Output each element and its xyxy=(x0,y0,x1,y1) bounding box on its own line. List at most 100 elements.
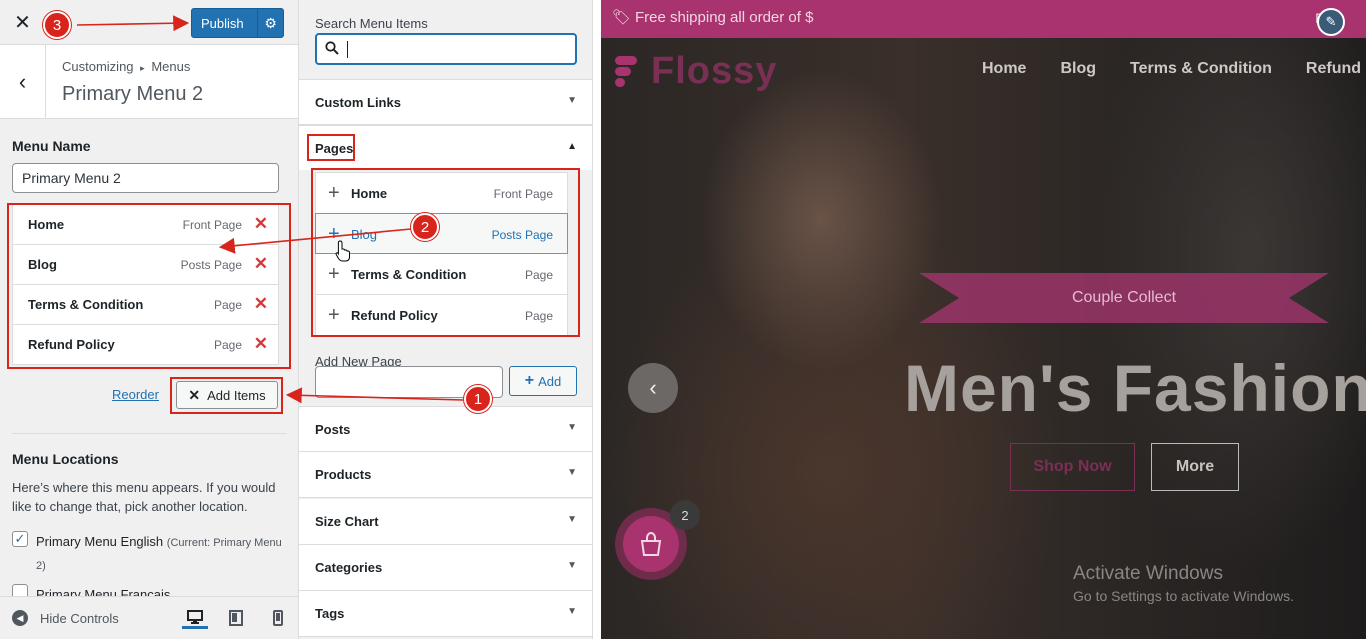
edit-pencil-icon[interactable]: ✎ xyxy=(1317,8,1345,36)
tablet-preview-button[interactable] xyxy=(223,607,249,629)
list-item[interactable]: + Home Front Page xyxy=(316,173,567,214)
slider-prev-button[interactable]: ‹ xyxy=(628,363,678,413)
chevron-left-icon: ‹ xyxy=(649,375,657,400)
nav-item-home[interactable]: Home xyxy=(982,60,1026,78)
add-items-button[interactable]: ✕ Add Items xyxy=(176,381,278,409)
announcement-bar: 🏷 Free shipping all order of $ Eng xyxy=(601,0,1366,38)
remove-icon[interactable]: ✕ xyxy=(254,214,268,234)
accordion-products[interactable]: Products ▼ xyxy=(299,452,592,498)
menu-name-field[interactable]: Primary Menu 2 xyxy=(12,163,279,193)
chevron-down-icon: ▼ xyxy=(567,422,577,433)
nav-item-terms[interactable]: Terms & Condition xyxy=(1130,60,1272,78)
menu-item[interactable]: Blog Posts Page ✕ xyxy=(12,244,279,285)
announcement-text: Free shipping all order of $ xyxy=(635,9,814,26)
ribbon-text: Couple Collect xyxy=(1071,289,1177,306)
menu-locations-description: Here’s where this menu appears. If you w… xyxy=(12,480,276,514)
remove-icon[interactable]: ✕ xyxy=(254,334,268,354)
menu-locations-title: Menu Locations xyxy=(12,451,119,467)
publish-button[interactable]: Publish ⚙ xyxy=(191,8,284,38)
menu-item[interactable]: Home Front Page ✕ xyxy=(12,204,279,245)
plus-icon: + xyxy=(328,304,340,326)
hide-controls-button[interactable]: ◀ Hide Controls xyxy=(12,610,119,626)
search-input[interactable] xyxy=(315,33,577,65)
site-logo[interactable]: Flossy xyxy=(615,50,777,93)
close-icon: ✕ xyxy=(14,12,31,34)
breadcrumb: Customizing ▸ Menus xyxy=(62,59,191,74)
menu-item-title: Refund Policy xyxy=(28,337,115,352)
site-preview[interactable]: 🏷 Free shipping all order of $ Eng ✎ Flo… xyxy=(601,0,1366,639)
chevron-down-icon: ▼ xyxy=(567,514,577,525)
logo-mark-icon xyxy=(615,54,643,90)
list-item[interactable]: + Terms & Condition Page xyxy=(316,254,567,295)
divider xyxy=(12,433,287,434)
text-cursor xyxy=(347,41,348,58)
reorder-link[interactable]: Reorder xyxy=(112,387,159,402)
accordion-categories[interactable]: Categories ▼ xyxy=(299,545,592,591)
hero-title: Men's Fashion xyxy=(904,351,1366,425)
tag-icon: 🏷 xyxy=(612,9,632,26)
menu-item-title: Terms & Condition xyxy=(28,297,144,312)
mobile-icon xyxy=(273,610,283,626)
accordion-tags[interactable]: Tags ▼ xyxy=(299,591,592,637)
add-items-label: Add Items xyxy=(207,387,266,403)
chevron-down-icon: ▼ xyxy=(567,467,577,478)
customizer-sidebar: ✕ Publish ⚙ ‹ Customizing ▸ Menus Primar… xyxy=(0,0,299,639)
site-navigation: Home Blog Terms & Condition Refund Pol xyxy=(982,60,1366,78)
desktop-preview-button[interactable] xyxy=(182,607,208,629)
checkbox-checked[interactable]: ✓ xyxy=(12,531,28,547)
cart-count-badge: 2 xyxy=(670,500,700,530)
chevron-left-icon: ‹ xyxy=(18,69,27,94)
section-header: ‹ Customizing ▸ Menus Primary Menu 2 xyxy=(0,45,298,119)
step-3-badge: 3 xyxy=(43,11,71,39)
step-1-badge: 1 xyxy=(464,385,492,413)
publish-label: Publish xyxy=(201,15,244,31)
plus-icon: + xyxy=(328,263,340,285)
activate-windows-subtitle: Go to Settings to activate Windows. xyxy=(1073,588,1294,604)
menu-items-list: Home Front Page ✕ Blog Posts Page ✕ Term… xyxy=(12,204,279,365)
close-icon: ✕ xyxy=(188,386,201,403)
shop-now-button[interactable]: Shop Now xyxy=(1010,443,1135,491)
add-page-button[interactable]: + Add xyxy=(509,366,577,396)
nav-item-refund[interactable]: Refund Pol xyxy=(1306,60,1366,78)
gear-icon[interactable]: ⚙ xyxy=(257,9,283,37)
tablet-icon xyxy=(229,610,243,626)
menu-item-title: Blog xyxy=(28,257,57,272)
activate-windows-title: Activate Windows xyxy=(1073,563,1223,584)
menu-item-type: Page xyxy=(213,338,242,352)
desktop-icon xyxy=(187,609,203,624)
menu-name-label: Menu Name xyxy=(12,138,91,154)
chevron-down-icon: ▼ xyxy=(567,560,577,571)
location-label: Primary Menu English xyxy=(36,534,164,549)
accordion-size-chart[interactable]: Size Chart ▼ xyxy=(299,499,592,545)
step-2-badge: 2 xyxy=(411,213,439,241)
customizer-footer: ◀ Hide Controls xyxy=(0,596,298,639)
menu-item-type: Page xyxy=(213,298,242,312)
accordion-pages: Pages ▲ + Home Front Page + Blog Posts P… xyxy=(299,125,592,408)
accordion-custom-links[interactable]: Custom Links ▼ xyxy=(299,79,592,125)
mobile-preview-button[interactable] xyxy=(265,607,291,629)
page-title: Primary Menu 2 xyxy=(62,83,204,105)
more-button[interactable]: More xyxy=(1151,443,1239,491)
remove-icon[interactable]: ✕ xyxy=(254,254,268,274)
menu-item-type: Posts Page xyxy=(180,258,242,272)
menu-item[interactable]: Terms & Condition Page ✕ xyxy=(12,284,279,325)
hand-cursor-icon xyxy=(335,240,350,262)
chevron-down-icon: ▼ xyxy=(567,606,577,617)
chevron-up-icon: ▲ xyxy=(567,141,577,152)
menu-item-title: Home xyxy=(28,217,65,232)
nav-item-blog[interactable]: Blog xyxy=(1060,60,1096,78)
menu-item-type: Front Page xyxy=(182,218,242,232)
available-menu-items-panel: Search Menu Items Custom Links ▼ Pages ▲… xyxy=(299,0,593,639)
close-customizer-button[interactable]: ✕ xyxy=(0,0,45,45)
pages-list: + Home Front Page + Blog Posts Page + Te… xyxy=(315,172,568,336)
remove-icon[interactable]: ✕ xyxy=(254,294,268,314)
search-label: Search Menu Items xyxy=(315,16,428,31)
plus-icon: + xyxy=(524,372,535,389)
chevron-down-icon: ▼ xyxy=(567,95,577,106)
back-button[interactable]: ‹ xyxy=(0,45,46,119)
menu-item[interactable]: Refund Policy Page ✕ xyxy=(12,324,279,365)
accordion-pages-header[interactable]: Pages ▲ xyxy=(299,126,592,170)
list-item[interactable]: + Blog Posts Page xyxy=(315,213,568,254)
list-item[interactable]: + Refund Policy Page xyxy=(316,295,567,336)
accordion-posts[interactable]: Posts ▼ xyxy=(299,406,592,452)
